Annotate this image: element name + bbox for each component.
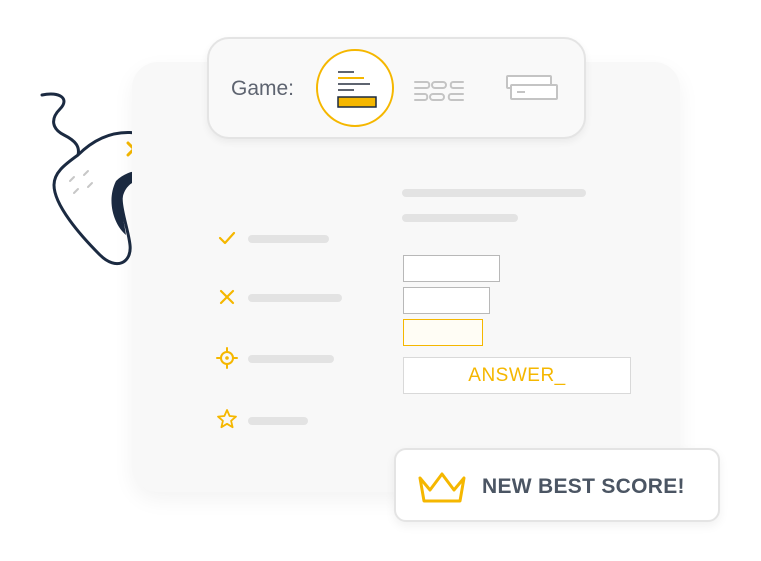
toolbar-label: Game: — [231, 77, 295, 100]
answer-option-selected[interactable] — [403, 319, 483, 346]
feedback-line — [248, 294, 342, 302]
cross-icon — [216, 286, 238, 308]
mode-button-card-stack[interactable] — [493, 49, 571, 127]
text-lines-icon — [337, 71, 377, 108]
word-blocks-icon — [414, 81, 464, 101]
question-line — [402, 214, 518, 222]
answer-option[interactable] — [403, 255, 500, 282]
feedback-line — [248, 235, 329, 243]
answer-option[interactable] — [403, 287, 490, 314]
question-line — [402, 189, 586, 197]
card-stack-icon — [506, 75, 558, 100]
mode-button-word-blocks[interactable] — [399, 49, 477, 127]
target-icon — [216, 347, 238, 369]
feedback-line — [248, 417, 308, 425]
game-mode-toolbar: Game: — [207, 37, 586, 139]
best-score-badge: NEW BEST SCORE! — [394, 448, 720, 522]
check-icon — [216, 227, 238, 249]
mode-button-text-lines[interactable] — [316, 49, 394, 127]
answer-input[interactable]: ANSWER_ — [403, 357, 631, 394]
crown-icon — [418, 472, 466, 503]
star-icon — [216, 408, 238, 430]
feedback-line — [248, 355, 334, 363]
best-score-text: NEW BEST SCORE! — [482, 475, 685, 498]
